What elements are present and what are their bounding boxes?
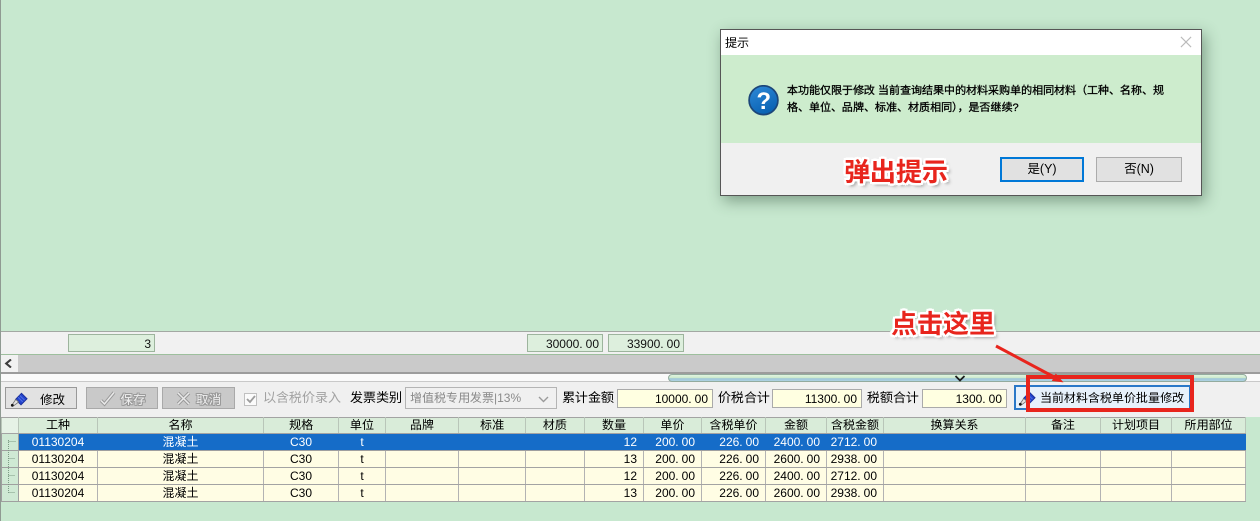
svg-text:?: ? bbox=[756, 88, 771, 115]
